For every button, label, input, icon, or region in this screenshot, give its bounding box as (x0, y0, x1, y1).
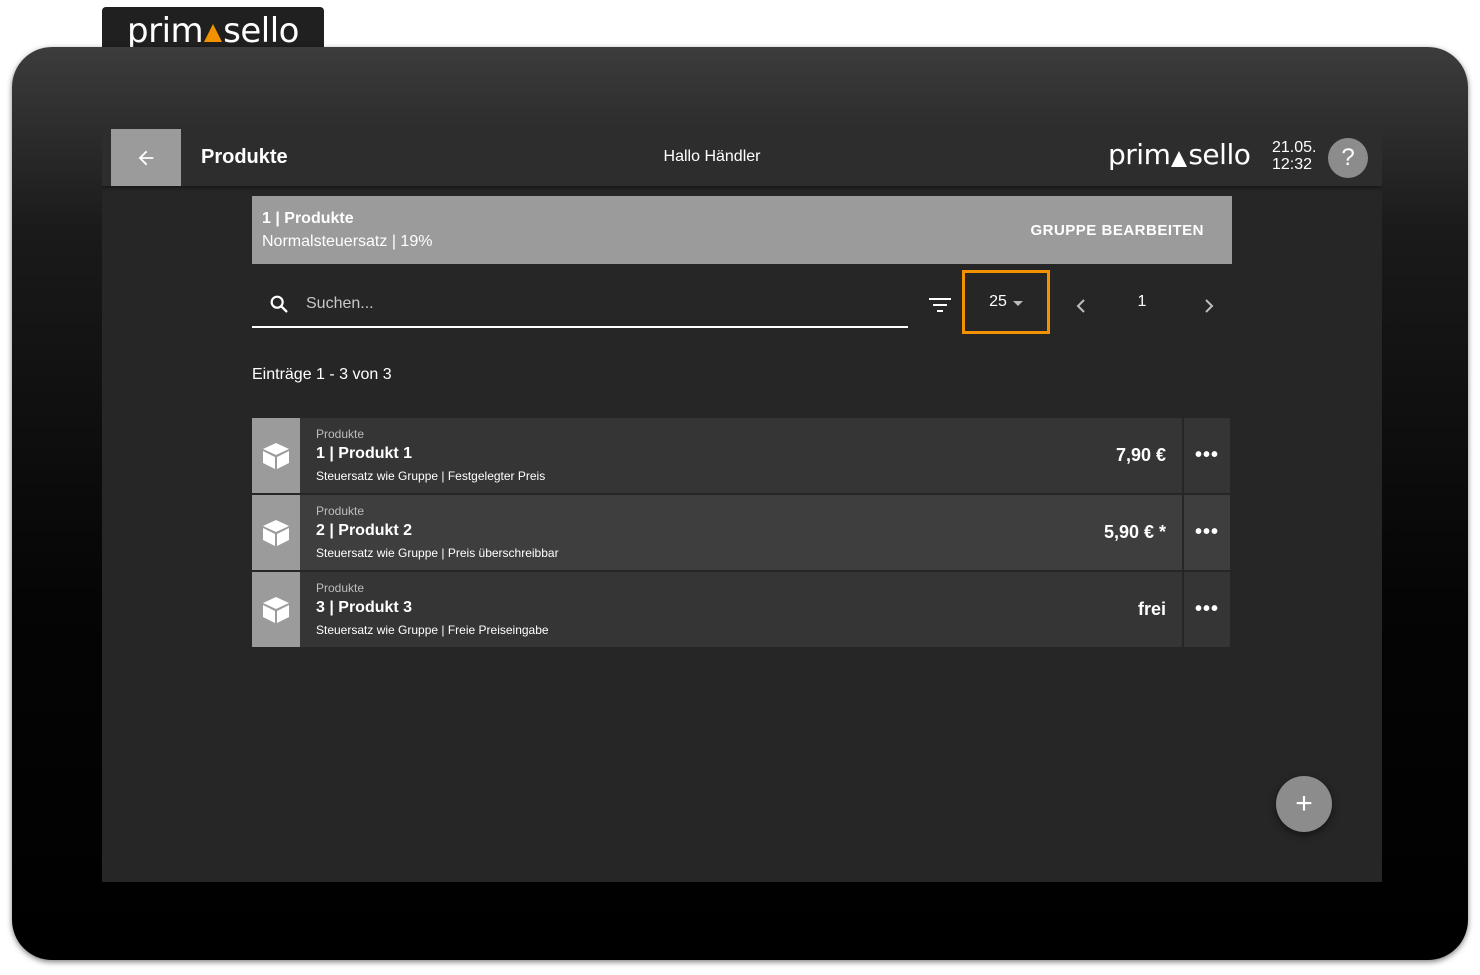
product-category: Produkte (316, 427, 365, 441)
product-description: Steuersatz wie Gruppe | Preis überschrei… (316, 546, 559, 560)
edit-group-button[interactable]: GRUPPE BEARBEITEN (1030, 222, 1204, 239)
search-icon (270, 295, 288, 313)
search-bar (252, 281, 908, 328)
product-category: Produkte (316, 504, 365, 518)
caret-down-icon (1012, 300, 1023, 306)
product-row[interactable]: Produkte 1 | Produkt 1 Steuersatz wie Gr… (252, 418, 1230, 493)
product-description: Steuersatz wie Gruppe | Festgelegter Pre… (316, 469, 546, 483)
box-icon (252, 572, 300, 647)
product-category: Produkte (316, 581, 365, 595)
help-button[interactable]: ? (1328, 138, 1368, 178)
filter-icon[interactable] (928, 295, 952, 315)
date-text: 21.05. (1272, 139, 1317, 156)
group-subtitle: Normalsteuersatz | 19% (262, 233, 433, 250)
box-icon (252, 495, 300, 570)
product-name: 2 | Produkt 2 (316, 522, 413, 539)
product-list: Produkte 1 | Produkt 1 Steuersatz wie Gr… (252, 418, 1230, 649)
more-options-button[interactable]: ••• (1182, 495, 1230, 570)
product-row[interactable]: Produkte 2 | Produkt 2 Steuersatz wie Gr… (252, 495, 1230, 570)
clock: 21.05. 12:32 (1272, 139, 1316, 173)
box-icon (252, 418, 300, 493)
product-price: 5,90 € * (1103, 522, 1166, 542)
logo-triangle-icon (204, 24, 223, 42)
primasello-logo: prim sello (127, 11, 299, 51)
search-input[interactable] (306, 289, 896, 319)
group-header: 1 | Produkte Normalsteuersatz | 19% GRUP… (252, 196, 1232, 264)
header-logo: prim sello (1108, 138, 1251, 171)
product-name: 1 | Produkt 1 (316, 445, 413, 462)
per-page-select[interactable]: 25 (962, 270, 1050, 334)
entries-count: Einträge 1 - 3 von 3 (252, 366, 392, 383)
logo-triangle-icon (1171, 150, 1188, 167)
group-title: 1 | Produkte (262, 210, 354, 227)
time-text: 12:32 (1272, 156, 1313, 173)
more-options-button[interactable]: ••• (1182, 572, 1230, 647)
product-description: Steuersatz wie Gruppe | Freie Preiseinga… (316, 623, 549, 637)
top-bar: Produkte Hallo Händler prim sello 21.05. … (102, 129, 1382, 186)
product-name: 3 | Produkt 3 (316, 599, 413, 616)
add-product-button[interactable]: + (1276, 776, 1332, 832)
prev-page-button[interactable] (1070, 292, 1092, 320)
more-options-button[interactable]: ••• (1182, 418, 1230, 493)
product-row[interactable]: Produkte 3 | Produkt 3 Steuersatz wie Gr… (252, 572, 1230, 647)
per-page-value: 25 (989, 293, 1007, 310)
product-price: frei (1137, 599, 1166, 619)
next-page-button[interactable] (1198, 292, 1220, 320)
current-page: 1 (1137, 293, 1147, 310)
product-price: 7,90 € (1115, 445, 1166, 465)
app-screen: Produkte Hallo Händler prim sello 21.05. … (102, 129, 1382, 882)
